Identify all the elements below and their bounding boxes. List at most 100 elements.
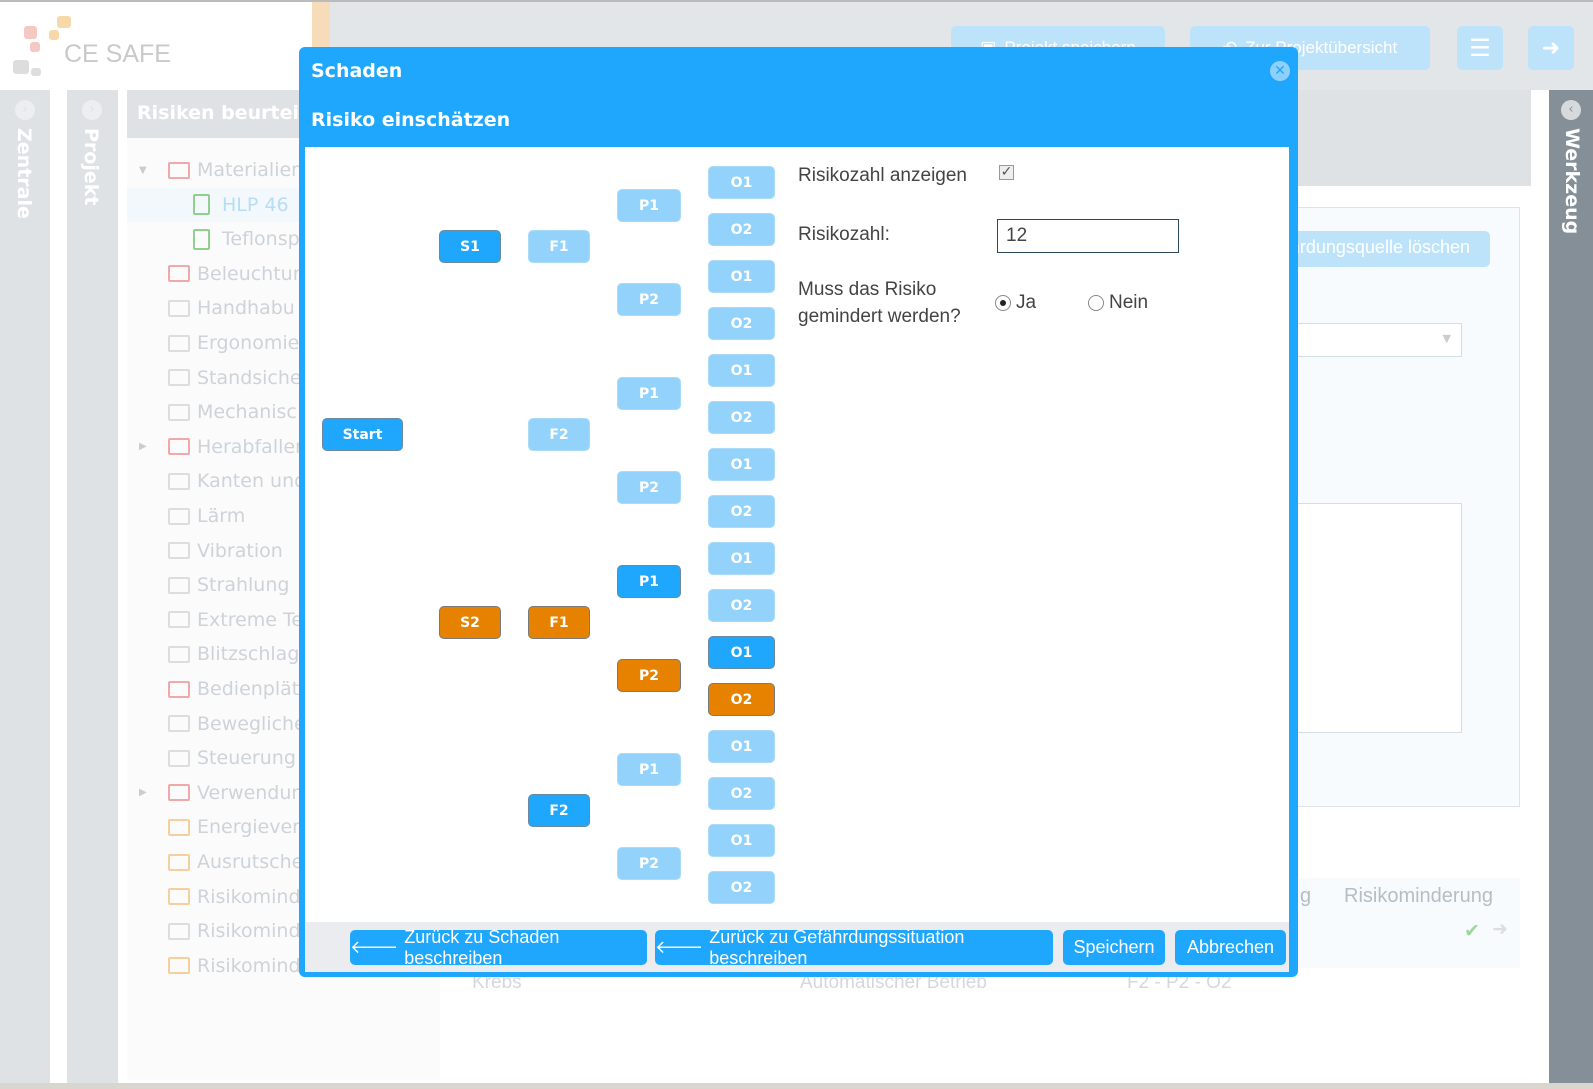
folder-x-icon: [168, 611, 190, 629]
risk-number-input[interactable]: [997, 219, 1179, 253]
cancel-button[interactable]: Abbrechen: [1175, 930, 1286, 965]
node-o2[interactable]: O2: [708, 683, 775, 716]
folder-icon: [168, 853, 190, 871]
node-o2[interactable]: O2: [708, 213, 775, 246]
radio-yes[interactable]: [995, 295, 1011, 311]
dialog-title: Schaden: [311, 60, 403, 82]
node-p1[interactable]: P1: [617, 565, 681, 598]
chevron-right-icon[interactable]: ›: [82, 100, 102, 120]
node-f1[interactable]: F1: [528, 230, 590, 263]
folder-x-icon: [168, 334, 190, 352]
logout-button[interactable]: ➜: [1528, 26, 1574, 70]
node-p2[interactable]: P2: [617, 471, 681, 504]
node-s2[interactable]: S2: [439, 606, 501, 639]
node-p1[interactable]: P1: [617, 753, 681, 786]
node-o2[interactable]: O2: [708, 401, 775, 434]
check-icon: ✔: [1464, 921, 1480, 942]
node-o2[interactable]: O2: [708, 495, 775, 528]
tree-item-label: Bedienplät: [197, 678, 300, 700]
tree-item-label: Risikomind: [197, 885, 301, 908]
back-to-situation-button[interactable]: 🡐 Zurück zu Gefährdungssituation beschrei…: [655, 927, 1053, 968]
folder-edit-icon: [168, 265, 190, 283]
table-header: g: [1300, 885, 1312, 907]
tree-item-label: Risikomind: [197, 954, 301, 977]
folder-x-icon: [168, 369, 190, 387]
tree-item-label: Kanten und: [197, 470, 307, 493]
folder-x-icon: [168, 403, 190, 421]
folder-x-icon: [168, 299, 190, 317]
arrow-left-icon: 🡐: [350, 937, 399, 957]
tree-item-label: Beleuchtun: [197, 262, 305, 285]
save-button[interactable]: Speichern: [1063, 930, 1165, 965]
tree-item-label: Lärm: [197, 505, 246, 527]
dialog-body: Start S1 S2 F1 F2 F1 F2 P1 P2 P1 P2 P1 P2 P1 P2 O1 O2 O1 O…: [305, 147, 1289, 922]
caret-right-icon[interactable]: ▶: [139, 441, 147, 452]
node-o1[interactable]: O1: [708, 166, 775, 199]
tree-item-label: Extreme Te: [197, 608, 304, 631]
sidebar-label: Projekt: [80, 128, 102, 206]
radio-no[interactable]: [1088, 295, 1104, 311]
tree-item-label: Standsiche: [197, 366, 302, 389]
node-o1[interactable]: O1: [708, 542, 775, 575]
node-o2[interactable]: O2: [708, 589, 775, 622]
node-o1[interactable]: O1: [708, 448, 775, 481]
node-f2[interactable]: F2: [528, 794, 590, 827]
tree-item-label: Bewegliche: [197, 712, 306, 735]
logo: CE SAFE: [0, 2, 312, 90]
tree-item-label: Steuerung: [197, 747, 296, 770]
folder-x-icon: [168, 507, 190, 525]
folder-x-icon: [168, 472, 190, 490]
chevron-right-icon[interactable]: ›: [15, 100, 35, 120]
node-o2[interactable]: O2: [708, 871, 775, 904]
tree-item-label: Teflonsp: [222, 228, 300, 251]
node-o1[interactable]: O1: [708, 260, 775, 293]
folder-edit-icon: [168, 680, 190, 698]
node-f2[interactable]: F2: [528, 418, 590, 451]
chevron-left-icon[interactable]: ‹: [1561, 100, 1581, 120]
node-o2[interactable]: O2: [708, 307, 775, 340]
close-icon[interactable]: ✕: [1270, 61, 1290, 81]
node-o1[interactable]: O1: [708, 730, 775, 763]
tree-item-label: Ergonomie: [197, 332, 300, 354]
tree-item-label: HLP 46: [222, 193, 289, 216]
sidebar-label: Werkzeug: [1561, 128, 1583, 235]
dialog-subtitle: Risiko einschätzen: [311, 109, 511, 131]
radio-yes-label: Ja: [1016, 292, 1037, 313]
node-p1[interactable]: P1: [617, 377, 681, 410]
node-p1[interactable]: P1: [617, 189, 681, 222]
node-p2[interactable]: P2: [617, 847, 681, 880]
node-f1[interactable]: F1: [528, 606, 590, 639]
node-p2[interactable]: P2: [617, 659, 681, 692]
caret-down-icon: ▼: [1442, 332, 1451, 345]
tree-item-label: Risikomind: [197, 920, 301, 943]
folder-x-icon: [168, 922, 190, 940]
tree-item-label: Ausrutsche: [197, 851, 304, 873]
logo-text: CE SAFE: [64, 40, 171, 68]
tree-item-label: Vibration: [197, 539, 283, 562]
sidebar-werkzeug[interactable]: ‹ Werkzeug: [1549, 90, 1593, 1089]
dialog-footer: 🡐 Zurück zu Schaden beschreiben 🡐 Zurück z…: [305, 922, 1289, 972]
node-s1[interactable]: S1: [439, 230, 501, 263]
tree-item-label: Strahlung: [197, 574, 290, 597]
menu-button[interactable]: ☰: [1457, 26, 1503, 70]
sidebar-zentrale[interactable]: › Zentrale: [0, 90, 50, 1089]
arrow-right-icon[interactable]: ➜: [1492, 918, 1508, 941]
show-risk-checkbox[interactable]: ✓: [999, 165, 1014, 180]
radio-no-label: Nein: [1109, 292, 1149, 313]
node-p2[interactable]: P2: [617, 283, 681, 316]
node-start[interactable]: Start: [322, 418, 403, 451]
node-o1[interactable]: O1: [708, 354, 775, 387]
sidebar-label: Zentrale: [13, 128, 35, 219]
node-o2[interactable]: O2: [708, 777, 775, 810]
node-o1[interactable]: O1: [708, 824, 775, 857]
reduce-risk-label: Muss das Risiko: [798, 279, 937, 300]
back-to-damage-button[interactable]: 🡐 Zurück zu Schaden beschreiben: [350, 927, 647, 968]
caret-right-icon[interactable]: ▶: [139, 787, 147, 798]
folder-x-icon: [168, 645, 190, 663]
node-o1[interactable]: O1: [708, 636, 775, 669]
folder-edit-icon: [168, 438, 190, 456]
table-header: Risikominderung: [1344, 885, 1493, 907]
hamburger-icon: ☰: [1469, 34, 1491, 62]
caret-down-icon[interactable]: ▼: [139, 165, 147, 176]
sidebar-projekt[interactable]: › Projekt: [67, 90, 118, 1089]
